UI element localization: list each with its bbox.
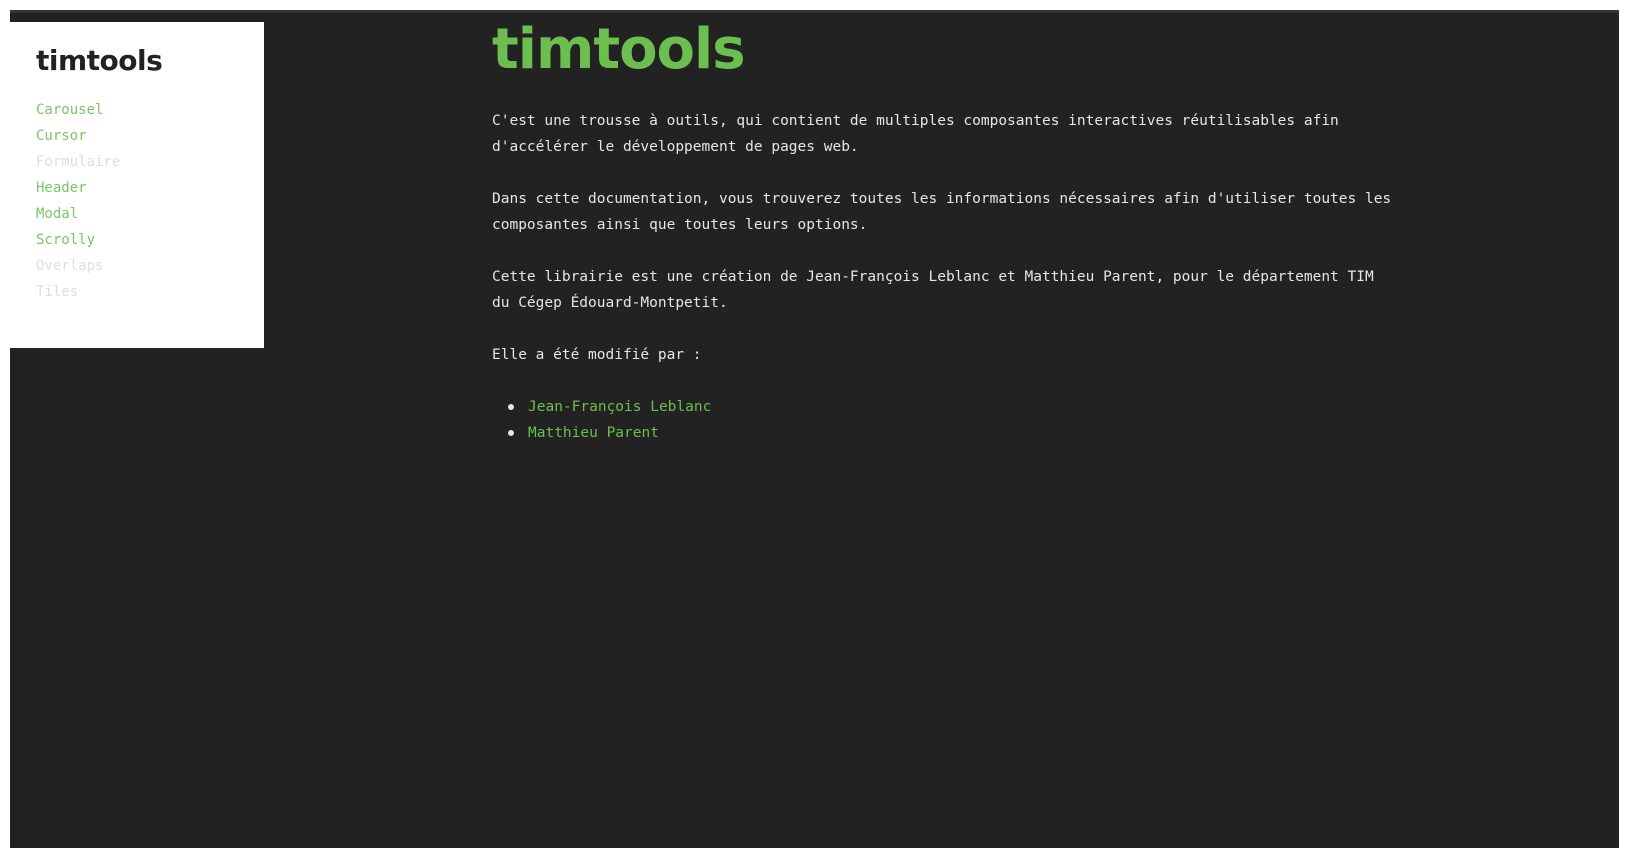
bullet-icon [508, 404, 514, 410]
modified-by-label: Elle a été modifié par : [492, 347, 702, 363]
sidebar-item-tiles[interactable]: Tiles [36, 279, 264, 305]
sidebar-item-cursor[interactable]: Cursor [36, 123, 264, 149]
documentation-paragraph: Dans cette documentation, vous trouverez… [492, 191, 1392, 233]
sidebar-item-formulaire[interactable]: Formulaire [36, 149, 264, 175]
sidebar-item-header[interactable]: Header [36, 175, 264, 201]
page-title: timtools [492, 17, 746, 82]
sidebar: timtools Carousel Cursor Formulaire Head… [10, 22, 264, 348]
contributor-link[interactable]: Matthieu Parent [508, 420, 1392, 446]
sidebar-item-carousel[interactable]: Carousel [36, 97, 264, 123]
main-content: timtools C'est une trousse à outils, qui… [492, 18, 1392, 446]
sidebar-logo[interactable]: timtools [36, 44, 264, 77]
sidebar-item-scrolly[interactable]: Scrolly [36, 227, 264, 253]
bullet-icon [508, 430, 514, 436]
sidebar-nav: Carousel Cursor Formulaire Header Modal … [36, 97, 264, 305]
intro-paragraph: C'est une trousse à outils, qui contient… [492, 113, 1339, 155]
sidebar-item-overlaps[interactable]: Overlaps [36, 253, 264, 279]
contributor-link[interactable]: Jean-François Leblanc [508, 394, 1392, 420]
contributors-list: Jean-François Leblanc Matthieu Parent [492, 394, 1392, 446]
sidebar-item-modal[interactable]: Modal [36, 201, 264, 227]
credits-paragraph: Cette librairie est une création de Jean… [492, 269, 1374, 311]
contributor-name[interactable]: Jean-François Leblanc [528, 399, 711, 415]
contributor-name[interactable]: Matthieu Parent [528, 425, 659, 441]
